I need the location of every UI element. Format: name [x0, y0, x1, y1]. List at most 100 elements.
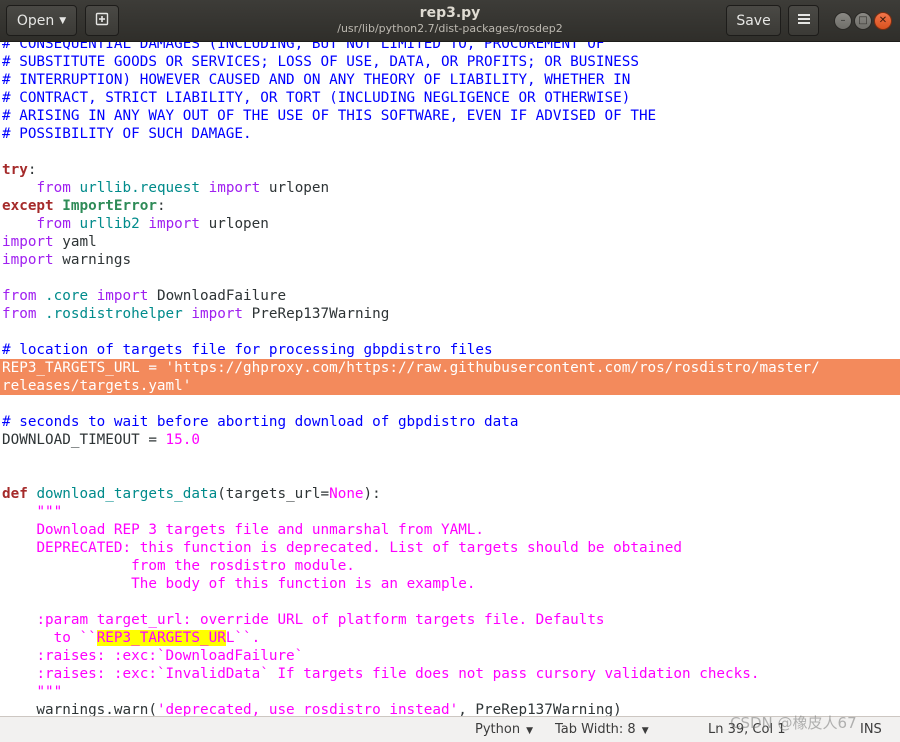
code-line: from the rosdistro module. [0, 557, 900, 575]
code-token: """ [36, 504, 63, 520]
code-token: from [2, 306, 37, 322]
minimize-button[interactable]: – [834, 12, 852, 30]
pin-document-icon [94, 11, 110, 31]
menu-button[interactable] [788, 5, 819, 36]
code-token: REP3_TARGETS_URL = 'https://ghproxy.com/… [2, 360, 820, 376]
code-line: # ARISING IN ANY WAY OUT OF THE USE OF T… [0, 107, 900, 125]
document-title: rep3.py [419, 5, 481, 21]
code-token: L``. [225, 630, 261, 646]
code-token: .core [45, 288, 89, 304]
code-line: The body of this function is an example. [0, 575, 900, 593]
code-token: import [148, 216, 201, 232]
code-token: def [2, 486, 28, 502]
code-line: Download REP 3 targets file and unmarsha… [0, 521, 900, 539]
new-document-button[interactable] [85, 5, 119, 36]
code-line: # location of targets file for processin… [0, 341, 900, 359]
code-token: urllib2 [79, 216, 140, 232]
code-line: :raises: :exc:`DownloadFailure` [0, 647, 900, 665]
insert-mode-indicator: INS [860, 721, 882, 739]
code-line: """ [0, 503, 900, 521]
open-button[interactable]: Open ▼ [6, 5, 77, 36]
header-bar: Open ▼ rep3.py /usr/lib/python2.7/dist-p… [0, 0, 900, 42]
close-icon: ✕ [878, 15, 888, 26]
code-line: # INTERRUPTION) HOWEVER CAUSED AND ON AN… [0, 71, 900, 89]
code-token: from [2, 288, 37, 304]
code-line: except ImportError: [0, 197, 900, 215]
code-token: , PreRep137Warning) [458, 702, 622, 716]
code-token: :raises: :exc:`DownloadFailure` [36, 648, 304, 664]
code-line: import warnings [0, 251, 900, 269]
language-selector[interactable]: Python ▼ [475, 721, 533, 740]
code-token: : [27, 162, 37, 178]
minimize-icon: – [840, 15, 846, 26]
code-token: None [329, 486, 364, 502]
code-token: :param target_url: override URL of platf… [36, 612, 605, 628]
code-line: :param target_url: override URL of platf… [0, 611, 900, 629]
tab-width-selector[interactable]: Tab Width: 8 ▼ [555, 721, 649, 740]
code-token: # location of targets file for processin… [2, 342, 493, 358]
code-token: import [191, 306, 244, 322]
code-token: ): [363, 486, 381, 502]
code-line: # POSSIBILITY OF SUCH DAMAGE. [0, 125, 900, 143]
code-token: warnings [53, 252, 132, 268]
window-title: rep3.py /usr/lib/python2.7/dist-packages… [250, 4, 650, 36]
code-token: # POSSIBILITY OF SUCH DAMAGE. [2, 126, 252, 142]
code-token: try [2, 162, 28, 178]
close-button[interactable]: ✕ [874, 12, 892, 30]
code-token: urllib.request [79, 180, 200, 196]
code-token: download_targets_data [36, 486, 218, 502]
code-line: """ [0, 683, 900, 701]
code-line: # seconds to wait before aborting downlo… [0, 413, 900, 431]
code-token: (targets_url= [217, 486, 330, 502]
language-label: Python [475, 722, 521, 737]
open-button-label: Open [16, 12, 55, 29]
code-token: # ARISING IN ANY WAY OUT OF THE USE OF T… [2, 108, 657, 124]
code-token: ImportError [62, 198, 157, 214]
code-token: import [208, 180, 261, 196]
code-token: # CONSEQUENTIAL DAMAGES (INCLUDING, BUT … [2, 42, 605, 52]
code-token: .rosdistrohelper [45, 306, 183, 322]
watermark: CSDN @橡皮人67 [730, 714, 857, 732]
code-token: releases/targets.yaml' [2, 378, 192, 394]
chevron-down-icon: ▼ [59, 15, 67, 26]
code-token: # seconds to wait before aborting downlo… [2, 414, 519, 430]
code-line: to ``REP3_TARGETS_URL``. [0, 629, 900, 647]
code-lines: # CONSEQUENTIAL DAMAGES (INCLUDING, BUT … [0, 42, 900, 716]
code-token: import [2, 252, 54, 268]
maximize-button[interactable]: □ [854, 12, 872, 30]
code-token: import [96, 288, 149, 304]
code-token: from [36, 216, 71, 232]
code-token: DOWNLOAD_TIMEOUT = [2, 432, 166, 448]
save-button[interactable]: Save [726, 5, 781, 36]
text-editor-area[interactable]: # CONSEQUENTIAL DAMAGES (INCLUDING, BUT … [0, 42, 900, 716]
code-token: urlopen [200, 216, 269, 232]
code-line: # CONTRACT, STRICT LIABILITY, OR TORT (I… [0, 89, 900, 107]
code-token: # INTERRUPTION) HOWEVER CAUSED AND ON AN… [2, 72, 631, 88]
code-token: The body of this function is an example. [131, 576, 476, 592]
code-line: # CONSEQUENTIAL DAMAGES (INCLUDING, BUT … [0, 42, 900, 53]
code-token: PreRep137Warning [243, 306, 390, 322]
insert-mode-label: INS [860, 722, 882, 737]
code-token: :raises: :exc:`InvalidData` If targets f… [36, 666, 760, 682]
code-line: from .core import DownloadFailure [0, 287, 900, 305]
document-path: /usr/lib/python2.7/dist-packages/rosdep2 [337, 22, 563, 35]
code-token: DownloadFailure [148, 288, 287, 304]
search-match-highlight: REP3_TARGETS_UR [96, 630, 226, 646]
